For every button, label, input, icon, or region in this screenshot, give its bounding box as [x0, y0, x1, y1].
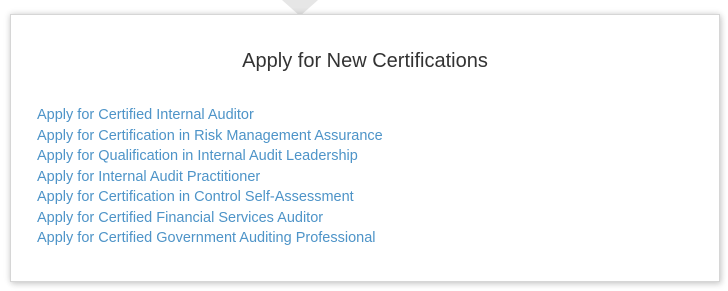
certifications-panel: Apply for New Certifications Apply for C…	[10, 14, 720, 282]
apply-ccsa-link[interactable]: Apply for Certification in Control Self-…	[37, 189, 354, 205]
apply-cfsa-link[interactable]: Apply for Certified Financial Services A…	[37, 210, 323, 226]
list-item: Apply for Qualification in Internal Audi…	[37, 146, 383, 167]
list-item: Apply for Certified Government Auditing …	[37, 228, 383, 249]
apply-qial-link[interactable]: Apply for Qualification in Internal Audi…	[37, 148, 358, 164]
list-item: Apply for Internal Audit Practitioner	[37, 167, 383, 188]
list-item: Apply for Certification in Risk Manageme…	[37, 126, 383, 147]
panel-title: Apply for New Certifications	[242, 50, 488, 72]
apply-cia-link[interactable]: Apply for Certified Internal Auditor	[37, 107, 254, 123]
certification-link-list: Apply for Certified Internal Auditor App…	[37, 105, 383, 249]
list-item: Apply for Certified Internal Auditor	[37, 105, 383, 126]
apply-iap-link[interactable]: Apply for Internal Audit Practitioner	[37, 169, 260, 185]
list-item: Apply for Certified Financial Services A…	[37, 208, 383, 229]
list-item: Apply for Certification in Control Self-…	[37, 187, 383, 208]
page: Apply for New Certifications Apply for C…	[0, 0, 728, 291]
apply-crma-link[interactable]: Apply for Certification in Risk Manageme…	[37, 128, 383, 144]
apply-cgap-link[interactable]: Apply for Certified Government Auditing …	[37, 230, 376, 246]
